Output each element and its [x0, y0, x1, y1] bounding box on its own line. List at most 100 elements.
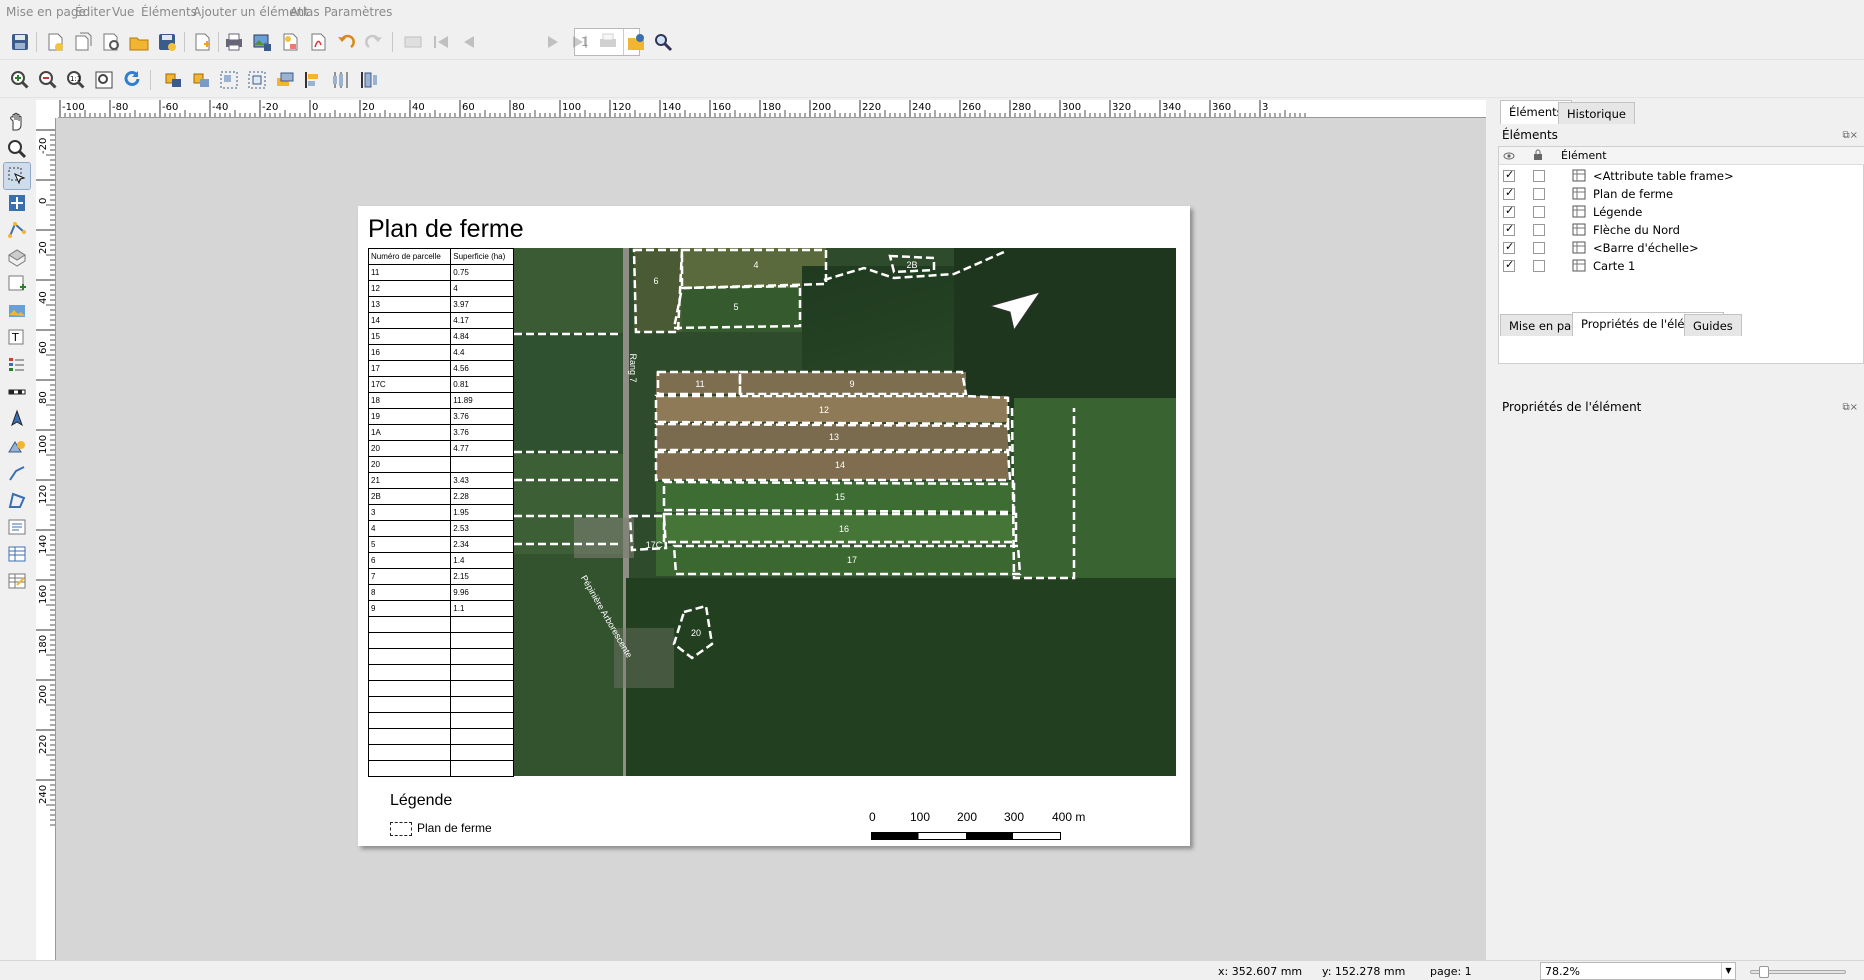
lock-checkbox[interactable] — [1533, 242, 1545, 254]
print-icon[interactable] — [221, 29, 247, 55]
zoom-in-icon[interactable] — [7, 67, 33, 93]
align-left-icon[interactable] — [300, 67, 326, 93]
atlas-preview-icon[interactable] — [400, 29, 426, 55]
first-feature-icon[interactable] — [428, 29, 454, 55]
zoom-full-icon[interactable] — [91, 67, 117, 93]
lock-items-icon[interactable] — [160, 67, 186, 93]
lock-checkbox[interactable] — [1533, 170, 1545, 182]
distribute-icon[interactable] — [328, 67, 354, 93]
add-attribute-table-icon[interactable] — [3, 540, 31, 568]
tree-item[interactable]: <Barre d'échelle> — [1499, 239, 1864, 257]
previous-feature-icon[interactable] — [456, 29, 482, 55]
legend-title[interactable]: Légende — [390, 792, 452, 810]
lock-checkbox[interactable] — [1533, 188, 1545, 200]
add-shape-icon[interactable] — [3, 432, 31, 460]
export-pdf-icon[interactable] — [305, 29, 331, 55]
scale-bar[interactable]: 0 100 200 300 400 m — [856, 810, 1116, 854]
table-row: 17C 0.81 — [367, 376, 514, 393]
undo-icon[interactable] — [333, 29, 359, 55]
parcel-number-cell — [367, 632, 452, 649]
add-legend-icon[interactable] — [3, 351, 31, 379]
zoom-slider[interactable] — [1750, 966, 1846, 978]
refresh-icon[interactable] — [119, 67, 145, 93]
add-north-arrow-icon[interactable] — [3, 405, 31, 433]
zoom-100-icon[interactable]: 1:1 — [63, 67, 89, 93]
last-feature-icon[interactable] — [567, 29, 593, 55]
ruler-label: 360 — [1212, 102, 1231, 113]
tree-item[interactable]: Plan de ferme — [1499, 185, 1864, 203]
visibility-checkbox[interactable] — [1503, 168, 1515, 182]
lock-checkbox[interactable] — [1533, 260, 1545, 272]
layout-canvas[interactable]: Plan de ferme Numéro de parcelle Superfi… — [56, 118, 1486, 960]
resize-icon[interactable] — [356, 67, 382, 93]
menu-editer[interactable]: Éditer — [75, 5, 111, 19]
menu-mise-en-page[interactable]: Mise en page — [6, 5, 86, 19]
duplicate-layout-icon[interactable] — [70, 29, 96, 55]
raise-items-icon[interactable] — [272, 67, 298, 93]
tree-item[interactable]: <Attribute table frame> — [1499, 167, 1864, 185]
export-image-icon[interactable] — [249, 29, 275, 55]
new-page-icon[interactable] — [189, 29, 215, 55]
layout-page[interactable]: Plan de ferme Numéro de parcelle Superfi… — [358, 206, 1190, 846]
next-feature-icon[interactable] — [540, 29, 566, 55]
atlas-settings-icon[interactable] — [623, 29, 649, 55]
add-polyline-icon[interactable] — [3, 459, 31, 487]
chevron-down-icon[interactable]: ▼ — [1721, 963, 1735, 979]
lock-checkbox[interactable] — [1533, 224, 1545, 236]
dock-float-icon[interactable]: ⧉× — [1842, 130, 1858, 141]
move-content-icon[interactable] — [3, 189, 31, 217]
dock-float-icon[interactable]: ⧉× — [1842, 402, 1858, 413]
edit-nodes-icon[interactable] — [3, 216, 31, 244]
parcel-number-cell: 18 — [367, 392, 452, 409]
area-cell: 3.76 — [450, 408, 514, 425]
table-row — [367, 616, 514, 633]
tree-item[interactable]: Légende — [1499, 203, 1864, 221]
visibility-checkbox[interactable] — [1503, 222, 1515, 236]
atlas-zoom-icon[interactable] — [650, 29, 676, 55]
zoom-combo[interactable]: 78.2% ▼ — [1540, 962, 1736, 980]
select-tool-icon[interactable] — [3, 162, 31, 190]
map-frame[interactable]: 4 6 2B 5 11 9 12 13 14 15 16 17 17C 20 R… — [514, 248, 1176, 776]
print-atlas-icon[interactable] — [595, 29, 621, 55]
new-layout-icon[interactable] — [42, 29, 68, 55]
lock-checkbox[interactable] — [1533, 206, 1545, 218]
visibility-checkbox[interactable] — [1503, 186, 1515, 200]
tree-item[interactable]: Carte 1 — [1499, 257, 1864, 275]
save-icon[interactable] — [7, 29, 33, 55]
unlock-items-icon[interactable] — [188, 67, 214, 93]
tab-history[interactable]: Historique — [1558, 102, 1635, 124]
layout-title-label[interactable]: Plan de ferme — [368, 215, 524, 244]
open-template-icon[interactable] — [126, 29, 152, 55]
add-map-icon[interactable] — [3, 270, 31, 298]
add-label-icon[interactable]: T — [3, 324, 31, 352]
scalebar-label: 300 — [1004, 810, 1025, 824]
pan-icon[interactable] — [3, 108, 31, 136]
redo-icon[interactable] — [361, 29, 387, 55]
menu-parametres[interactable]: Paramètres — [324, 5, 392, 19]
ungroup-items-icon[interactable] — [244, 67, 270, 93]
layout-manager-icon[interactable] — [98, 29, 124, 55]
tree-item[interactable]: Flèche du Nord — [1499, 221, 1864, 239]
save-template-icon[interactable] — [154, 29, 180, 55]
add-polygon-icon[interactable] — [3, 486, 31, 514]
add-scalebar-icon[interactable] — [3, 378, 31, 406]
group-items-icon[interactable] — [216, 67, 242, 93]
map-icon — [1572, 259, 1586, 272]
add-picture-icon[interactable] — [3, 297, 31, 325]
add-3d-map-icon[interactable] — [3, 243, 31, 271]
menu-vue[interactable]: Vue — [112, 5, 134, 19]
zoom-tool-icon[interactable] — [3, 135, 31, 163]
attribute-table-frame[interactable]: Numéro de parcelle Superficie (ha) 11 0.7… — [367, 248, 514, 777]
visibility-checkbox[interactable] — [1503, 258, 1515, 272]
export-svg-icon[interactable] — [277, 29, 303, 55]
zoom-out-icon[interactable] — [35, 67, 61, 93]
area-cell — [450, 648, 514, 665]
menu-elements[interactable]: Éléments — [141, 5, 197, 19]
add-html-icon[interactable] — [3, 513, 31, 541]
menu-atlas[interactable]: Atlas — [290, 5, 320, 19]
tab-guides[interactable]: Guides — [1684, 314, 1742, 336]
visibility-checkbox[interactable] — [1503, 204, 1515, 218]
visibility-checkbox[interactable] — [1503, 240, 1515, 254]
add-fixed-table-icon[interactable] — [3, 567, 31, 595]
ruler-label: 260 — [962, 102, 981, 113]
